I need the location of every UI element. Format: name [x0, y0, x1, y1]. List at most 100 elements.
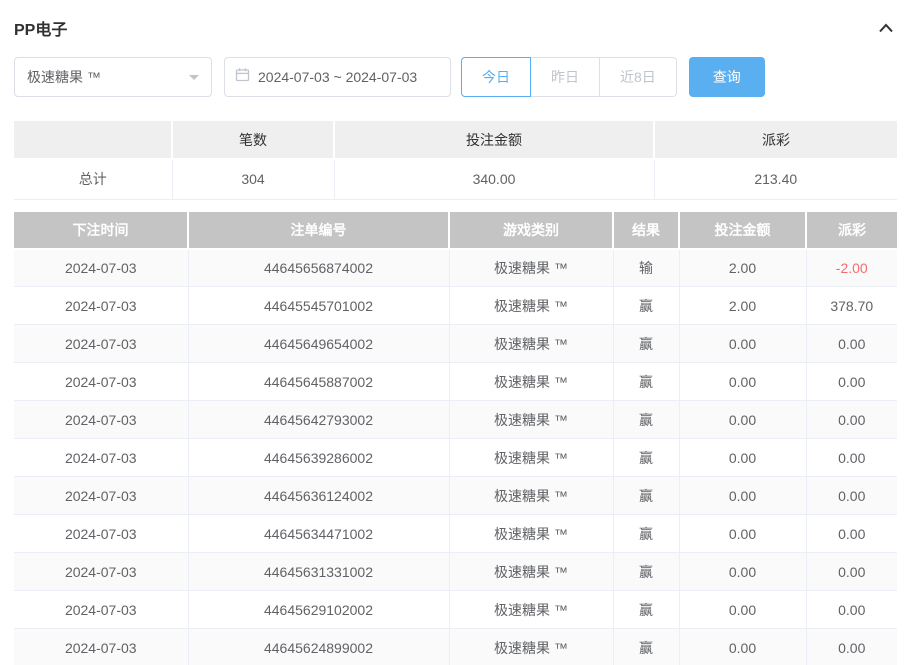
date-range-input[interactable]: 2024-07-03 ~ 2024-07-03: [224, 57, 451, 97]
bet-amount-cell: 0.00: [679, 325, 806, 363]
header-game-category: 游戏类别: [449, 212, 613, 249]
summary-header-row: 笔数 投注金额 派彩: [14, 121, 897, 159]
payout-cell: 0.00: [806, 401, 897, 439]
bet-time-cell: 2024-07-03: [14, 363, 188, 401]
game-category-cell: 极速糖果 ™: [449, 515, 613, 553]
ticket-number-cell: 44645645887002: [188, 363, 449, 401]
bet-amount-cell: 0.00: [679, 591, 806, 629]
bet-amount-cell: 0.00: [679, 363, 806, 401]
query-button[interactable]: 查询: [689, 57, 765, 97]
summary-total-label: 总计: [14, 159, 172, 199]
bet-amount-cell: 2.00: [679, 249, 806, 287]
table-row: 2024-07-0344645656874002极速糖果 ™输2.00-2.00: [14, 249, 897, 287]
summary-header-blank: [14, 121, 172, 159]
header-result: 结果: [613, 212, 679, 249]
table-row: 2024-07-0344645642793002极速糖果 ™赢0.000.00: [14, 401, 897, 439]
table-row: 2024-07-0344645639286002极速糖果 ™赢0.000.00: [14, 439, 897, 477]
header-payout: 派彩: [806, 212, 897, 249]
bet-table-body: 2024-07-0344645656874002极速糖果 ™输2.00-2.00…: [14, 249, 897, 665]
header-bet-amount: 投注金额: [679, 212, 806, 249]
payout-cell: 0.00: [806, 591, 897, 629]
filter-bar: 极速糖果 ™ 2024-07-03 ~ 2024-07-03 今日 昨日 近8日…: [14, 57, 897, 97]
collapse-panel-button[interactable]: [875, 19, 897, 37]
ticket-number-cell: 44645629102002: [188, 591, 449, 629]
ticket-number-cell: 44645649654002: [188, 325, 449, 363]
ticket-number-cell: 44645656874002: [188, 249, 449, 287]
payout-cell: 0.00: [806, 515, 897, 553]
table-row: 2024-07-0344645624899002极速糖果 ™赢0.000.00: [14, 629, 897, 665]
ticket-number-cell: 44645624899002: [188, 629, 449, 665]
summary-total-row: 总计 304 340.00 213.40: [14, 159, 897, 199]
bet-amount-cell: 0.00: [679, 401, 806, 439]
game-category-cell: 极速糖果 ™: [449, 401, 613, 439]
table-row: 2024-07-0344645631331002极速糖果 ™赢0.000.00: [14, 553, 897, 591]
game-select[interactable]: 极速糖果 ™: [14, 57, 212, 97]
bet-amount-cell: 0.00: [679, 553, 806, 591]
header-ticket-number: 注单编号: [188, 212, 449, 249]
yesterday-button[interactable]: 昨日: [531, 57, 600, 97]
table-row: 2024-07-0344645649654002极速糖果 ™赢0.000.00: [14, 325, 897, 363]
pp-games-panel: PP电子 极速糖果 ™ 2024-07-03 ~ 2024-07-03 今日 昨…: [0, 15, 911, 665]
result-cell: 赢: [613, 325, 679, 363]
bet-time-cell: 2024-07-03: [14, 401, 188, 439]
table-row: 2024-07-0344645545701002极速糖果 ™赢2.00378.7…: [14, 287, 897, 325]
payout-cell: 0.00: [806, 629, 897, 665]
payout-cell: -2.00: [806, 249, 897, 287]
game-category-cell: 极速糖果 ™: [449, 553, 613, 591]
summary-table: 笔数 投注金额 派彩 总计 304 340.00 213.40: [14, 121, 897, 200]
result-cell: 赢: [613, 477, 679, 515]
result-cell: 赢: [613, 591, 679, 629]
ticket-number-cell: 44645631331002: [188, 553, 449, 591]
bet-time-cell: 2024-07-03: [14, 591, 188, 629]
payout-cell: 378.70: [806, 287, 897, 325]
bet-amount-cell: 2.00: [679, 287, 806, 325]
bet-amount-cell: 0.00: [679, 629, 806, 665]
ticket-number-cell: 44645545701002: [188, 287, 449, 325]
summary-total-count: 304: [172, 159, 334, 199]
summary-header-payout: 派彩: [654, 121, 897, 159]
bet-records-table: 下注时间 注单编号 游戏类别 结果 投注金额 派彩 2024-07-034464…: [14, 212, 897, 665]
summary-total-payout: 213.40: [654, 159, 897, 199]
page-title: PP电子: [14, 16, 67, 40]
result-cell: 赢: [613, 363, 679, 401]
bet-time-cell: 2024-07-03: [14, 249, 188, 287]
chevron-down-icon: [189, 75, 199, 85]
payout-cell: 0.00: [806, 477, 897, 515]
bet-time-cell: 2024-07-03: [14, 325, 188, 363]
result-cell: 赢: [613, 287, 679, 325]
game-category-cell: 极速糖果 ™: [449, 477, 613, 515]
result-cell: 赢: [613, 515, 679, 553]
last-8-days-button[interactable]: 近8日: [600, 57, 677, 97]
table-row: 2024-07-0344645634471002极速糖果 ™赢0.000.00: [14, 515, 897, 553]
date-range-value: 2024-07-03 ~ 2024-07-03: [258, 69, 417, 85]
table-row: 2024-07-0344645629102002极速糖果 ™赢0.000.00: [14, 591, 897, 629]
panel-header: PP电子: [14, 15, 897, 41]
summary-header-bet-amount: 投注金额: [334, 121, 654, 159]
summary-header-count: 笔数: [172, 121, 334, 159]
result-cell: 赢: [613, 553, 679, 591]
bet-time-cell: 2024-07-03: [14, 287, 188, 325]
chevron-up-icon: [877, 23, 895, 38]
payout-cell: 0.00: [806, 439, 897, 477]
payout-cell: 0.00: [806, 553, 897, 591]
bet-amount-cell: 0.00: [679, 477, 806, 515]
table-row: 2024-07-0344645645887002极速糖果 ™赢0.000.00: [14, 363, 897, 401]
game-category-cell: 极速糖果 ™: [449, 325, 613, 363]
bet-amount-cell: 0.00: [679, 439, 806, 477]
game-select-value: 极速糖果 ™: [27, 67, 101, 87]
result-cell: 赢: [613, 439, 679, 477]
calendar-icon: [235, 67, 250, 87]
game-category-cell: 极速糖果 ™: [449, 287, 613, 325]
today-button[interactable]: 今日: [461, 57, 531, 97]
bet-amount-cell: 0.00: [679, 515, 806, 553]
game-category-cell: 极速糖果 ™: [449, 249, 613, 287]
game-category-cell: 极速糖果 ™: [449, 363, 613, 401]
ticket-number-cell: 44645639286002: [188, 439, 449, 477]
result-cell: 赢: [613, 401, 679, 439]
bet-time-cell: 2024-07-03: [14, 477, 188, 515]
quick-date-button-group: 今日 昨日 近8日: [461, 57, 677, 97]
payout-cell: 0.00: [806, 363, 897, 401]
summary-total-bet-amount: 340.00: [334, 159, 654, 199]
table-row: 2024-07-0344645636124002极速糖果 ™赢0.000.00: [14, 477, 897, 515]
bet-time-cell: 2024-07-03: [14, 515, 188, 553]
